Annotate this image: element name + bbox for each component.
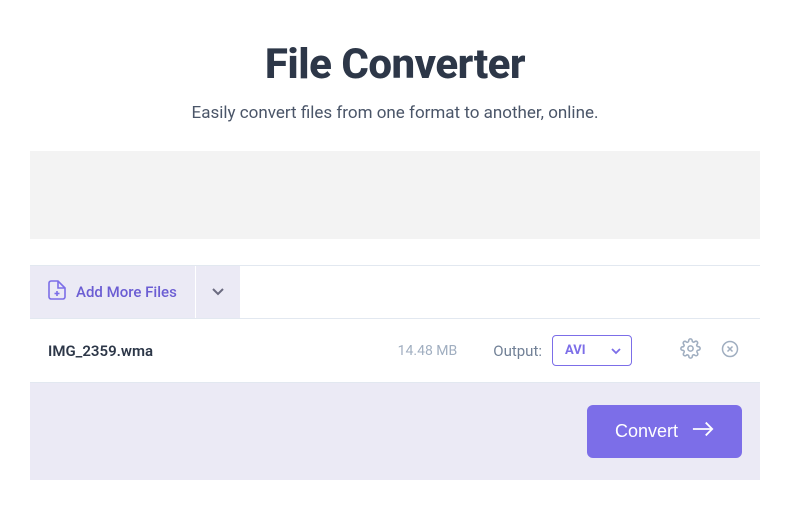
file-size: 14.48 MB: [398, 343, 458, 359]
close-circle-icon: [720, 339, 740, 363]
footer-bar: Convert: [30, 383, 760, 480]
ad-banner: [30, 151, 760, 239]
file-row: IMG_2359.wma 14.48 MB Output: AVI: [30, 319, 760, 383]
chevron-down-icon: [211, 283, 225, 302]
remove-file-button[interactable]: [718, 339, 742, 363]
settings-button[interactable]: [678, 339, 702, 363]
chevron-down-icon: [611, 341, 621, 360]
page-title: File Converter: [30, 40, 760, 89]
add-more-files-button[interactable]: Add More Files: [30, 266, 196, 318]
toolbar: Add More Files: [30, 265, 760, 319]
output-format-value: AVI: [565, 343, 586, 358]
convert-button-label: Convert: [615, 421, 678, 442]
convert-button[interactable]: Convert: [587, 405, 742, 458]
output-label: Output:: [493, 342, 542, 360]
file-name: IMG_2359.wma: [48, 342, 398, 360]
page-subtitle: Easily convert files from one format to …: [30, 103, 760, 123]
arrow-right-icon: [692, 421, 714, 442]
add-files-label: Add More Files: [76, 283, 177, 301]
gear-icon: [680, 338, 701, 363]
file-add-icon: [48, 280, 66, 304]
output-format-select[interactable]: AVI: [552, 335, 632, 366]
add-files-dropdown-button[interactable]: [196, 266, 240, 318]
